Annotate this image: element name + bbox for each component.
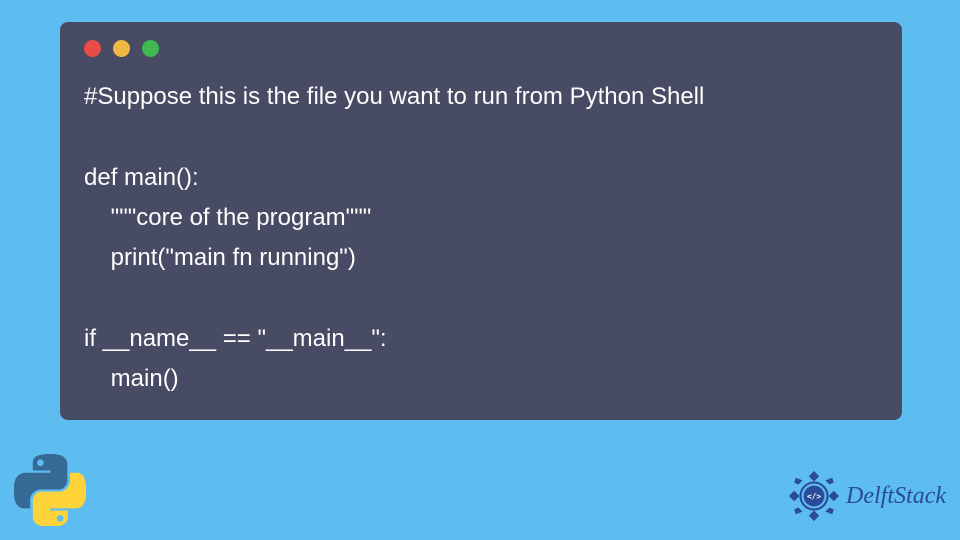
code-line: main()	[84, 365, 179, 392]
svg-text:</>: </>	[807, 492, 821, 501]
delftstack-logo: </> DelftStack	[788, 470, 946, 522]
maximize-icon	[142, 40, 159, 57]
delftstack-label: DelftStack	[846, 483, 946, 510]
code-line: """core of the program"""	[84, 204, 371, 231]
code-line: if __name__ == "__main__":	[84, 325, 387, 352]
code-line: print("main fn running")	[84, 244, 356, 271]
code-line: def main():	[84, 164, 199, 191]
close-icon	[84, 40, 101, 57]
code-line: #Suppose this is the file you want to ru…	[84, 83, 704, 110]
python-logo-icon	[14, 454, 86, 526]
delftstack-emblem-icon: </>	[788, 470, 840, 522]
minimize-icon	[113, 40, 130, 57]
window-traffic-lights	[84, 40, 878, 57]
code-window: #Suppose this is the file you want to ru…	[60, 22, 902, 420]
code-block: #Suppose this is the file you want to ru…	[84, 77, 878, 400]
